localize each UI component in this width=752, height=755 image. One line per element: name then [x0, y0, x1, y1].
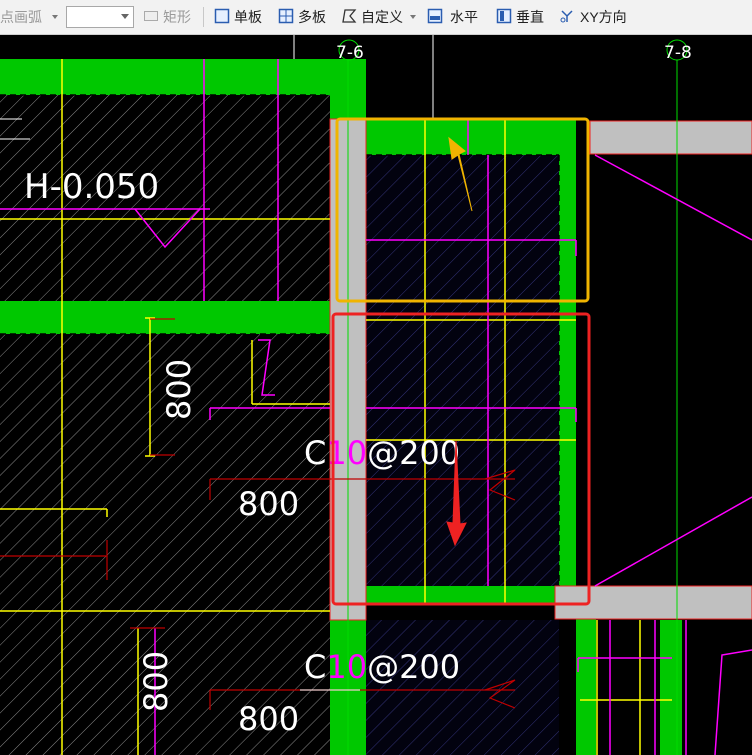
arc-point-tool[interactable]: 点画弧 [0, 9, 42, 26]
drawing-canvas[interactable]: 7-6 7-8 H-0.050 800 800 C10@200 800 C10@… [0, 35, 752, 755]
elevation-label: H-0.050 [24, 167, 159, 207]
hatched-slab [366, 620, 559, 755]
vertical-icon [496, 8, 512, 24]
chevron-down-icon[interactable] [410, 15, 416, 19]
single-slab-icon [214, 8, 230, 24]
horizontal-icon [427, 8, 443, 24]
chevron-down-icon[interactable] [52, 15, 58, 19]
dim-horizontal-mid: 800 [238, 485, 299, 523]
horizontal-button[interactable]: 水平 [450, 9, 478, 26]
toolbar-divider [203, 7, 204, 27]
axis-label-7-6: 7-6 [336, 43, 364, 63]
xy-direction-icon [559, 8, 575, 24]
custom-polygon-icon [341, 8, 357, 24]
rect-tool[interactable]: 矩形 [163, 9, 191, 26]
hatched-slab-selected [366, 155, 559, 586]
multi-slab-button[interactable]: 多板 [298, 9, 326, 26]
cad-drawing: 7-6 7-8 H-0.050 800 800 C10@200 800 C10@… [0, 35, 752, 755]
vertical-button[interactable]: 垂直 [516, 9, 544, 26]
xy-direction-button[interactable]: XY方向 [580, 9, 627, 26]
rebar-spec-mid: C10@200 [304, 434, 460, 472]
single-slab-button[interactable]: 单板 [234, 9, 262, 26]
toolbar: 点画弧 矩形 单板 多板 自定义 水平 垂直 XY方向 [0, 0, 752, 35]
axis-label-7-8: 7-8 [664, 43, 692, 63]
dim-horizontal-bottom: 800 [238, 700, 299, 738]
draw-mode-combo[interactable] [66, 6, 134, 28]
multi-slab-icon [278, 8, 294, 24]
dim-vertical-top: 800 [160, 359, 198, 420]
rebar-spec-bottom: C10@200 [304, 648, 460, 686]
rectangle-icon [143, 8, 159, 24]
custom-button[interactable]: 自定义 [361, 9, 403, 26]
dim-vertical-bottom: 800 [137, 651, 175, 712]
chevron-down-icon[interactable] [121, 14, 129, 19]
